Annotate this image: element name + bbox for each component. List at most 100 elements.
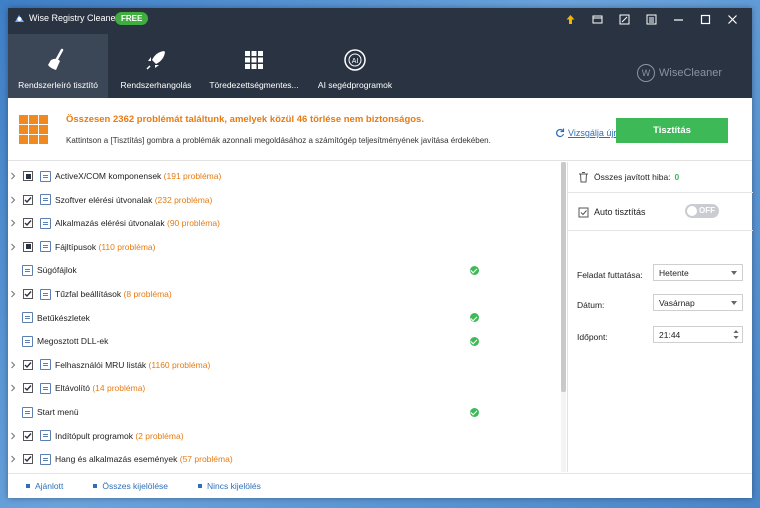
svg-text:AI: AI <box>352 58 359 65</box>
wisecleaner-logo: W WiseCleaner <box>637 64 722 82</box>
tab-system-tuneup[interactable]: Rendszerhangolás <box>108 34 204 98</box>
check-circle-icon <box>470 265 479 275</box>
item-checkbox[interactable] <box>23 241 33 252</box>
item-label: Megosztott DLL-ek <box>37 336 108 346</box>
item-name: ActiveX/COM komponensek <box>55 171 162 181</box>
time-input[interactable]: 21:44 <box>653 326 743 343</box>
item-checkbox[interactable] <box>23 383 33 394</box>
list-item[interactable]: Start menü <box>8 402 561 422</box>
item-label: Súgófájlok <box>37 265 77 275</box>
time-value: 21:44 <box>659 329 681 340</box>
side-panel: Összes javított hiba: 0 Auto tisztítás O… <box>567 162 753 472</box>
chevron-right-icon[interactable] <box>9 196 17 204</box>
check-circle-icon <box>470 336 479 346</box>
window-controls <box>557 10 746 28</box>
item-label: Betűkészletek <box>37 313 90 323</box>
list-item[interactable]: Indítópult programok (2 probléma) <box>8 426 561 446</box>
checkmark-icon <box>24 456 32 463</box>
list-item[interactable]: Súgófájlok <box>8 260 561 280</box>
minimize-icon[interactable] <box>665 10 692 28</box>
tab-defrag[interactable]: Töredezettségmentes... <box>204 34 304 98</box>
registry-category-icon <box>40 359 51 371</box>
item-name: Felhasználói MRU listák <box>55 359 147 370</box>
chevron-right-icon[interactable] <box>9 455 17 463</box>
item-checkbox[interactable] <box>23 171 33 181</box>
item-count: (8 probléma) <box>123 289 172 299</box>
chevron-right-icon[interactable] <box>9 384 17 392</box>
list-item[interactable]: ActiveX/COM komponensek (191 probléma) <box>8 166 561 186</box>
chevron-right-icon[interactable] <box>9 172 17 180</box>
item-count: (57 probléma) <box>179 454 233 465</box>
broom-icon <box>46 48 70 72</box>
app-window: Wise Registry Cleaner 11 FREE Rendszerle… <box>8 8 753 498</box>
chevron-right-icon[interactable] <box>9 243 17 251</box>
item-label: Tűzfal beállítások (8 probléma) <box>55 289 172 299</box>
app-logo-icon <box>15 15 24 22</box>
chevron-down-icon <box>731 301 737 305</box>
item-name: Fájltípusok <box>55 241 97 252</box>
wisecleaner-logo-icon: W <box>637 64 656 82</box>
list-item[interactable]: Szoftver elérési útvonalak (232 probléma… <box>8 190 561 210</box>
auto-clean-toggle[interactable]: OFF <box>685 204 719 218</box>
registry-category-icon <box>40 170 51 182</box>
tab-label: AI segédprogramok <box>317 80 393 90</box>
list-scrollbar[interactable] <box>561 162 566 472</box>
tab-registry-cleaner[interactable]: Rendszerleíró tisztító <box>8 34 108 98</box>
item-name: Hang és alkalmazás események <box>55 454 178 465</box>
registry-category-list: ActiveX/COM komponensek (191 probléma) Sz… <box>8 162 561 472</box>
check-circle-icon <box>470 313 479 323</box>
date-select[interactable]: Vasárnap <box>653 294 743 311</box>
item-label: Hang és alkalmazás események (57 problém… <box>55 454 233 464</box>
spinner-arrows-icon[interactable] <box>733 328 739 341</box>
rescan-link[interactable]: Vizsgálja újra <box>555 128 621 138</box>
select-all-link[interactable]: Összes kijelölése <box>93 481 168 491</box>
upgrade-icon[interactable] <box>557 10 584 28</box>
chevron-right-icon[interactable] <box>9 219 17 227</box>
item-name: Eltávolító <box>55 383 90 394</box>
item-checkbox[interactable] <box>23 194 33 205</box>
message-icon[interactable] <box>584 10 611 28</box>
list-item[interactable]: Tűzfal beállítások (8 probléma) <box>8 284 561 304</box>
registry-category-icon <box>22 406 33 418</box>
item-name: Szoftver elérési útvonalak <box>55 194 153 205</box>
maximize-icon[interactable] <box>692 10 719 28</box>
list-item[interactable]: Alkalmazás elérési útvonalak (90 problém… <box>8 213 561 233</box>
scrollbar-thumb[interactable] <box>561 162 566 392</box>
chevron-right-icon[interactable] <box>9 290 17 298</box>
list-item[interactable]: Megosztott DLL-ek <box>8 331 561 351</box>
summary-subtitle: Kattintson a [Tisztítás] gombra a problé… <box>66 136 491 145</box>
refresh-icon <box>556 128 565 138</box>
menu-icon[interactable] <box>638 10 665 28</box>
list-item[interactable]: Felhasználói MRU listák (1160 probléma) <box>8 355 561 375</box>
item-count: (14 probléma) <box>92 383 146 394</box>
chevron-right-icon[interactable] <box>9 361 17 369</box>
edit-icon[interactable] <box>611 10 638 28</box>
auto-clean-icon <box>578 207 589 217</box>
fixed-errors-count: 0 <box>674 172 680 182</box>
select-none-link[interactable]: Nincs kijelölés <box>198 481 261 491</box>
recommended-link[interactable]: Ajánlott <box>26 481 63 491</box>
list-item[interactable]: Fájltípusok (110 probléma) <box>8 237 561 257</box>
item-checkbox[interactable] <box>23 454 33 465</box>
chevron-right-icon[interactable] <box>9 432 17 440</box>
checkmark-icon <box>24 291 32 298</box>
task-frequency-select[interactable]: Hetente <box>653 264 743 281</box>
item-checkbox[interactable] <box>23 359 33 370</box>
checkmark-icon <box>24 432 32 439</box>
tab-label: Rendszerhangolás <box>120 80 192 90</box>
tab-label: Töredezettségmentes... <box>209 80 299 90</box>
list-item[interactable]: Hang és alkalmazás események (57 problém… <box>8 449 561 469</box>
close-icon[interactable] <box>719 10 746 28</box>
list-item[interactable]: Betűkészletek <box>8 308 561 328</box>
list-item[interactable]: Eltávolító (14 probléma) <box>8 378 561 398</box>
tab-ai-utilities[interactable]: AI AI segédprogramok <box>304 34 406 98</box>
registry-category-icon <box>40 430 51 442</box>
registry-category-icon <box>22 312 33 324</box>
item-checkbox[interactable] <box>23 218 33 229</box>
item-checkbox[interactable] <box>23 289 33 299</box>
item-name: Start menü <box>37 407 79 417</box>
clean-button[interactable]: Tisztítás <box>616 118 728 143</box>
task-label: Feladat futtatása: <box>577 270 643 280</box>
registry-category-icon <box>22 264 33 276</box>
item-checkbox[interactable] <box>23 430 33 441</box>
